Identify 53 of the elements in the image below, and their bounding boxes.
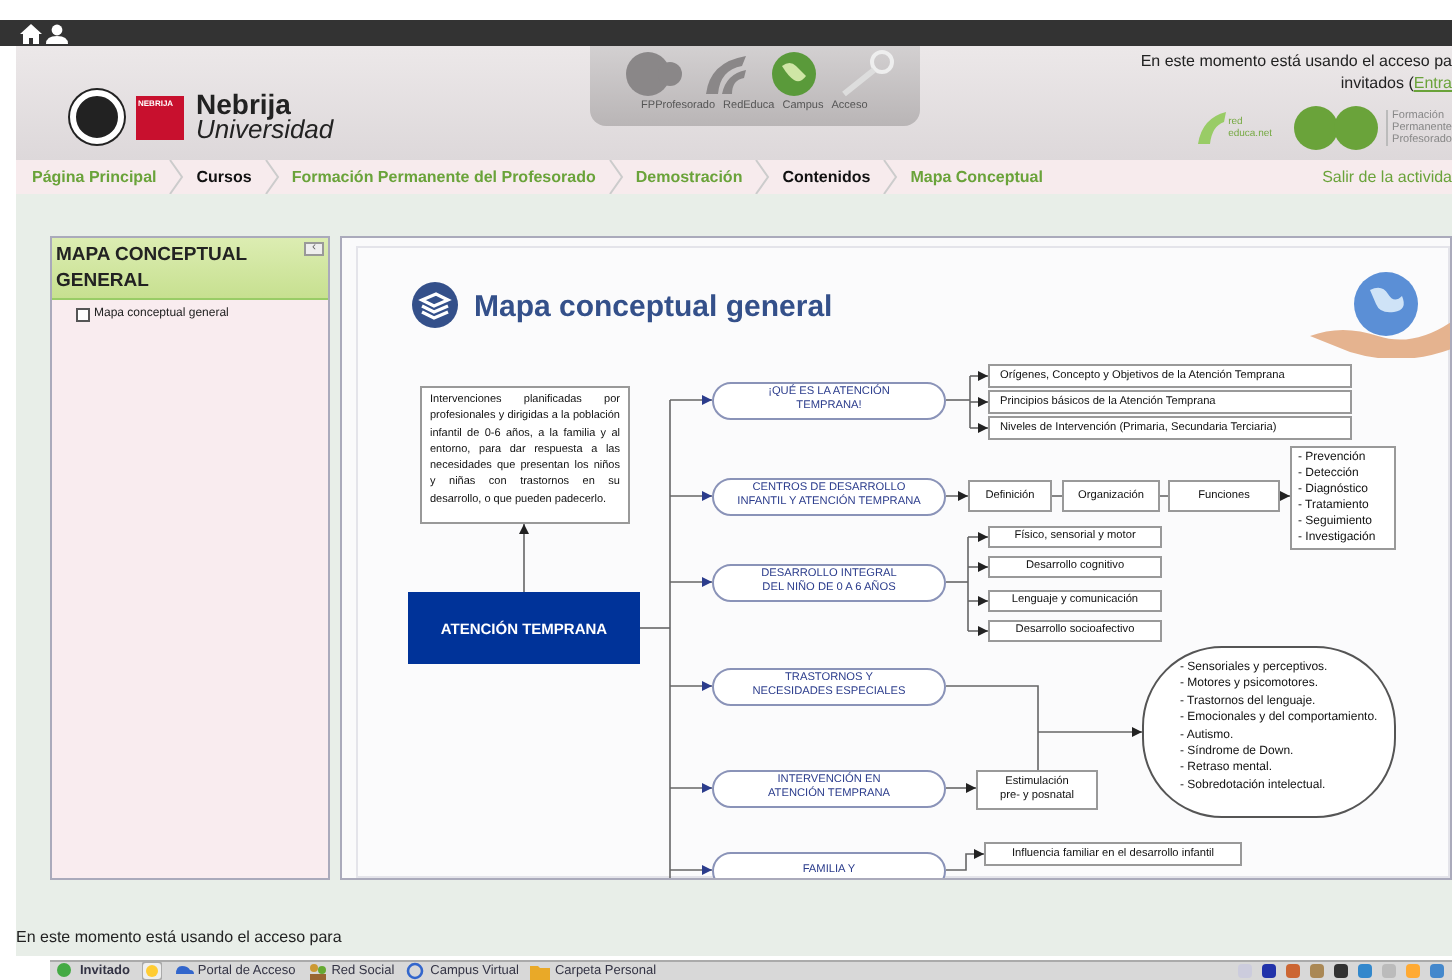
footer-notice: En este momento está usando el acceso para [16,928,342,946]
smiley-icon[interactable] [141,962,162,980]
chevron-separator-icon [754,160,771,194]
key-icon[interactable] [838,50,895,98]
logo-name: Nebrija [196,92,291,118]
user-icon[interactable] [46,23,68,43]
map-title: Mapa conceptual general [474,288,835,328]
exit-link[interactable]: Salir de la activida [1322,165,1452,189]
connector-arrow [945,849,985,871]
chevron-separator-icon [607,160,624,194]
breadcrumb-item[interactable]: Demostración [635,165,743,189]
tree-checkbox[interactable] [76,308,90,322]
chevron-separator-icon [882,160,899,194]
connector-arrow [945,783,977,793]
connector-arrow [669,491,713,501]
seal-logo-icon [70,90,124,144]
connector-arrow [967,626,989,636]
breadcrumb-item[interactable]: Mapa Conceptual [910,165,1043,189]
swoosh-icon [1196,110,1229,146]
globe-icon [406,962,427,980]
sidebar-title: MAPA CONCEPTUAL GENERAL [56,242,249,294]
swoosh-icon[interactable] [702,50,751,98]
connector-arrow [669,865,713,875]
connector-arrow [669,395,713,405]
breadcrumb-item[interactable]: Página Principal [32,165,157,189]
stack-icon [412,282,458,328]
connector-arrow [967,532,989,542]
connector-arrow [519,523,529,593]
connector-line [945,685,1039,771]
status-dot-icon [56,962,76,980]
access-notice: En este momento está usando el acceso pa [1140,50,1452,72]
globe-icon[interactable] [770,50,819,98]
access-notice: invitados ( [1340,72,1414,94]
connector-line [1051,495,1063,497]
folder-icon [530,962,551,980]
login-link[interactable]: Entra [1413,72,1452,94]
chevron-separator-icon [263,160,280,194]
cloud-icon [173,962,194,980]
people-icon [307,962,328,980]
connector-arrow [669,783,713,793]
chevron-separator-icon [168,160,185,194]
connector-arrow [967,596,989,606]
home-icon[interactable] [20,23,42,43]
breadcrumb-item: Cursos [196,165,252,189]
connector-arrow [967,562,989,572]
breadcrumb-item[interactable]: Formación Permanente del Profesorado [291,165,596,189]
connector-line [1159,495,1169,497]
connector-arrow [669,577,713,587]
connector-arrow [1037,727,1143,737]
logo-subtitle: Universidad [196,118,334,142]
connector-arrow [945,491,969,501]
breadcrumb-item: Contenidos [782,165,871,189]
connector-arrow [669,681,713,691]
